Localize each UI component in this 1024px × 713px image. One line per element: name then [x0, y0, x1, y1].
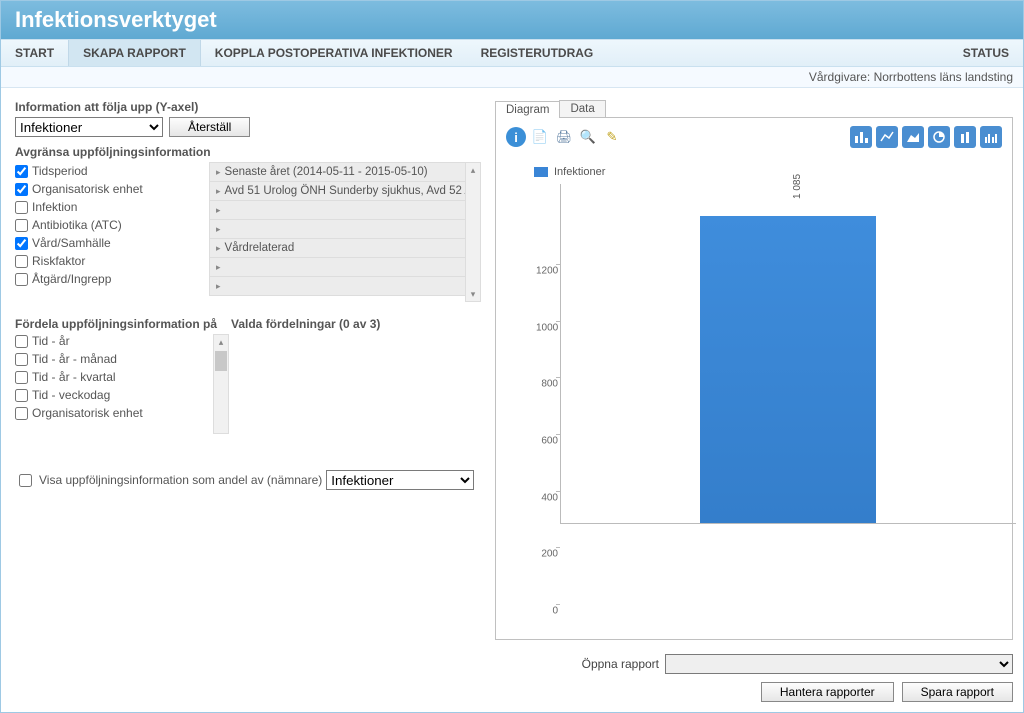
scroll-up-icon[interactable]: ▴ [219, 335, 224, 349]
chart-plot: 1 085 020040060080010001200 [536, 184, 992, 625]
y-tick: 0 [536, 606, 558, 617]
reset-button[interactable]: Återställ [169, 117, 250, 137]
tab-data[interactable]: Data [559, 100, 605, 117]
y-tick: 400 [536, 492, 558, 503]
scroll-thumb[interactable] [215, 351, 227, 371]
open-report-select[interactable] [665, 654, 1013, 674]
chk-tidsperiod[interactable]: Tidsperiod [15, 164, 205, 178]
info-icon[interactable]: i [506, 127, 526, 147]
andel-checkbox[interactable] [19, 474, 32, 487]
chart-pie-icon[interactable] [928, 126, 950, 148]
chart-bar [700, 216, 876, 523]
menu-registerutdrag[interactable]: REGISTERUTDRAG [467, 40, 608, 66]
chart-line-icon[interactable] [876, 126, 898, 148]
hantera-rapporter-button[interactable]: Hantera rapporter [761, 682, 894, 702]
dist-tid-ar-manad[interactable]: Tid - år - månad [15, 352, 225, 366]
chk-vard-samhalle[interactable]: Vård/Samhälle [15, 236, 205, 250]
expander-riskfaktor[interactable]: ▸ [209, 257, 481, 277]
open-report-label: Öppna rapport [582, 657, 659, 671]
chart-bar-icon[interactable] [850, 126, 872, 148]
expander-vard-samhalle[interactable]: ▸Vårdrelaterad [209, 238, 481, 258]
chk-riskfaktor[interactable]: Riskfaktor [15, 254, 205, 268]
app-title: Infektionsverktyget [1, 1, 1023, 39]
chevron-right-icon: ▸ [216, 243, 221, 254]
chevron-right-icon: ▸ [216, 186, 221, 197]
edit-icon[interactable]: ✎ [602, 127, 622, 147]
scroll-up-icon[interactable]: ▴ [471, 163, 476, 177]
filter-check-column: Tidsperiod Organisatorisk enhet Infektio… [15, 164, 205, 295]
y-tick: 800 [536, 379, 558, 390]
chevron-right-icon: ▸ [216, 167, 221, 178]
menu-status[interactable]: STATUS [949, 40, 1023, 66]
provider-label: Vårdgivare: Norrbottens läns landsting [1, 67, 1023, 88]
dist-tid-ar[interactable]: Tid - år [15, 334, 225, 348]
expander-infektion[interactable]: ▸ [209, 200, 481, 220]
bar-value-label: 1 085 [792, 174, 803, 199]
chk-antibiotika[interactable]: Antibiotika (ATC) [15, 218, 205, 232]
andel-label: Visa uppföljningsinformation som andel a… [39, 473, 322, 487]
dist-org-enhet[interactable]: Organisatorisk enhet [15, 406, 225, 420]
y-tick: 600 [536, 436, 558, 447]
chk-org-enhet[interactable]: Organisatorisk enhet [15, 182, 205, 196]
chart-area-icon[interactable] [902, 126, 924, 148]
info-select[interactable]: Infektioner [15, 117, 163, 137]
filter-title: Avgränsa uppföljningsinformation [15, 145, 481, 159]
menu-skapa-rapport[interactable]: SKAPA RAPPORT [68, 40, 201, 66]
chart-panel: i 📄 🖨 🔍 ✎ [495, 117, 1013, 640]
y-tick: 1200 [536, 266, 558, 277]
legend-label: Infektioner [554, 166, 605, 178]
chart-legend: Infektioner [534, 166, 1002, 178]
tab-diagram[interactable]: Diagram [495, 101, 560, 118]
dist-title: Fördela uppföljningsinformation på [15, 317, 225, 331]
scroll-down-icon[interactable]: ▾ [471, 287, 476, 301]
expander-org-enhet[interactable]: ▸Avd 51 Urolog ÖNH Sunderby sjukhus, Avd… [209, 181, 481, 201]
expander-atgard[interactable]: ▸ [209, 276, 481, 296]
expander-antibiotika[interactable]: ▸ [209, 219, 481, 239]
print-icon[interactable]: 🖨 [554, 127, 574, 147]
y-tick: 200 [536, 549, 558, 560]
y-tick: 1000 [536, 322, 558, 333]
valda-title: Valda fördelningar (0 av 3) [231, 317, 481, 331]
chk-atgard[interactable]: Åtgärd/Ingrepp [15, 272, 205, 286]
menu-start[interactable]: START [1, 40, 68, 66]
andel-select[interactable]: Infektioner [326, 470, 474, 490]
chevron-right-icon: ▸ [216, 205, 221, 216]
chevron-right-icon: ▸ [216, 224, 221, 235]
spara-rapport-button[interactable]: Spara rapport [902, 682, 1013, 702]
chevron-right-icon: ▸ [216, 281, 221, 292]
menu-koppla[interactable]: KOPPLA POSTOPERATIVA INFEKTIONER [201, 40, 467, 66]
dist-tid-veckodag[interactable]: Tid - veckodag [15, 388, 225, 402]
dist-scrollbar[interactable]: ▴ [213, 334, 229, 434]
chart-stacked-icon[interactable] [954, 126, 976, 148]
zoom-icon[interactable]: 🔍 [578, 127, 598, 147]
pdf-icon[interactable]: 📄 [530, 127, 550, 147]
chevron-right-icon: ▸ [216, 262, 221, 273]
menubar: START SKAPA RAPPORT KOPPLA POSTOPERATIVA… [1, 39, 1023, 67]
info-title: Information att följa upp (Y-axel) [15, 100, 481, 114]
chk-infektion[interactable]: Infektion [15, 200, 205, 214]
valda-box [231, 334, 481, 444]
legend-swatch [534, 167, 548, 177]
dist-tid-ar-kvartal[interactable]: Tid - år - kvartal [15, 370, 225, 384]
chart-group-icon[interactable] [980, 126, 1002, 148]
filter-scrollbar[interactable]: ▴ ▾ [465, 162, 481, 302]
expander-tidsperiod[interactable]: ▸Senaste året (2014-05-11 - 2015-05-10) [209, 162, 481, 182]
